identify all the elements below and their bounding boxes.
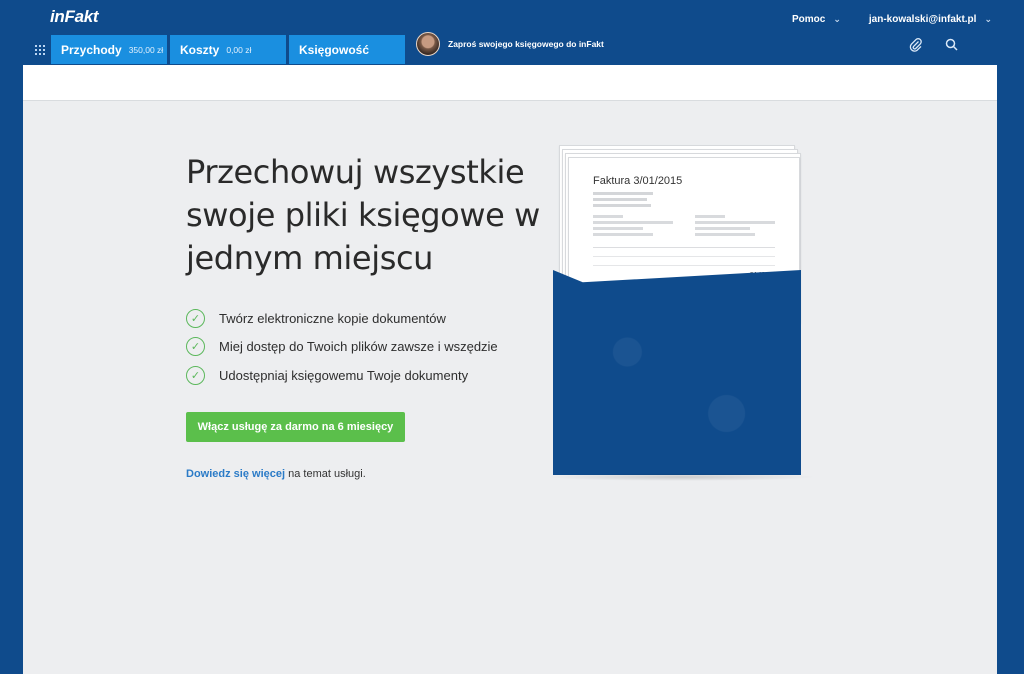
check-icon: ✓	[186, 308, 205, 328]
invoice-title: Faktura 3/01/2015	[593, 175, 683, 187]
feature-list: ✓ Twórz elektroniczne kopie dokumentów ✓…	[186, 304, 498, 390]
list-item: ✓ Udostępniaj księgowemu Twoje dokumenty	[186, 361, 498, 390]
panel-header	[23, 65, 997, 101]
learn-more: Dowiedz się więcej na temat usługi.	[186, 468, 366, 480]
feature-text: Twórz elektroniczne kopie dokumentów	[219, 310, 446, 326]
invoice-meta	[593, 192, 785, 207]
list-item: ✓ Twórz elektroniczne kopie dokumentów	[186, 304, 498, 333]
check-icon: ✓	[186, 337, 205, 357]
search-icon[interactable]	[945, 38, 958, 55]
logo[interactable]: inFakt	[50, 7, 99, 27]
top-bar: inFakt Pomoc ⌄ jan-kowalski@infakt.pl ⌄	[0, 0, 1024, 35]
grid-icon[interactable]	[35, 45, 45, 55]
top-right-menu: Pomoc ⌄ jan-kowalski@infakt.pl ⌄	[792, 14, 992, 25]
nav-bar: Przychody 350,00 zł Koszty 0,00 zł Księg…	[0, 32, 1024, 65]
user-menu[interactable]: jan-kowalski@infakt.pl ⌄	[869, 14, 992, 25]
chevron-down-icon: ⌄	[984, 14, 992, 24]
page-title: Przechowuj wszystkie swoje pliki księgow…	[186, 153, 540, 277]
learn-more-suffix: na temat usługi.	[285, 468, 366, 480]
invite-accountant-link[interactable]: Zaproś swojego księgowego do inFakt	[416, 32, 604, 56]
tab-label: Księgowość	[299, 42, 370, 57]
feature-text: Miej dostęp do Twoich plików zawsze i ws…	[219, 339, 498, 355]
list-item: ✓ Miej dostęp do Twoich plików zawsze i …	[186, 333, 498, 362]
tab-koszty[interactable]: Koszty 0,00 zł	[170, 35, 286, 64]
learn-more-link[interactable]: Dowiedz się więcej	[186, 468, 285, 480]
chevron-down-icon: ⌄	[833, 14, 841, 24]
tab-przychody[interactable]: Przychody 350,00 zł	[51, 35, 167, 64]
tab-amount: 0,00 zł	[226, 44, 252, 55]
invoice-parties	[593, 215, 775, 239]
avatar	[416, 32, 440, 56]
help-label: Pomoc	[792, 14, 826, 25]
feature-text: Udostępniaj księgowemu Twoje dokumenty	[219, 367, 469, 383]
help-menu[interactable]: Pomoc ⌄	[792, 14, 841, 25]
documents-illustration: Faktura 3/01/2015 3148,80	[545, 145, 823, 490]
tab-amount: 350,00 zł	[128, 44, 164, 55]
invoice-table	[593, 247, 775, 266]
tab-label: Przychody	[61, 42, 122, 57]
folder-icon	[553, 270, 801, 475]
nav-icons	[909, 38, 958, 55]
attachment-icon[interactable]	[909, 38, 923, 55]
folder-shadow	[545, 473, 817, 481]
check-icon: ✓	[186, 365, 205, 385]
tab-label: Koszty	[180, 42, 220, 57]
enable-service-button[interactable]: Włącz usługę za darmo na 6 miesięcy	[186, 412, 405, 442]
user-email: jan-kowalski@infakt.pl	[868, 14, 977, 25]
invite-label: Zaproś swojego księgowego do inFakt	[448, 39, 604, 49]
main-panel: Przechowuj wszystkie swoje pliki księgow…	[23, 65, 997, 674]
tab-ksiegowosc[interactable]: Księgowość	[289, 35, 405, 64]
